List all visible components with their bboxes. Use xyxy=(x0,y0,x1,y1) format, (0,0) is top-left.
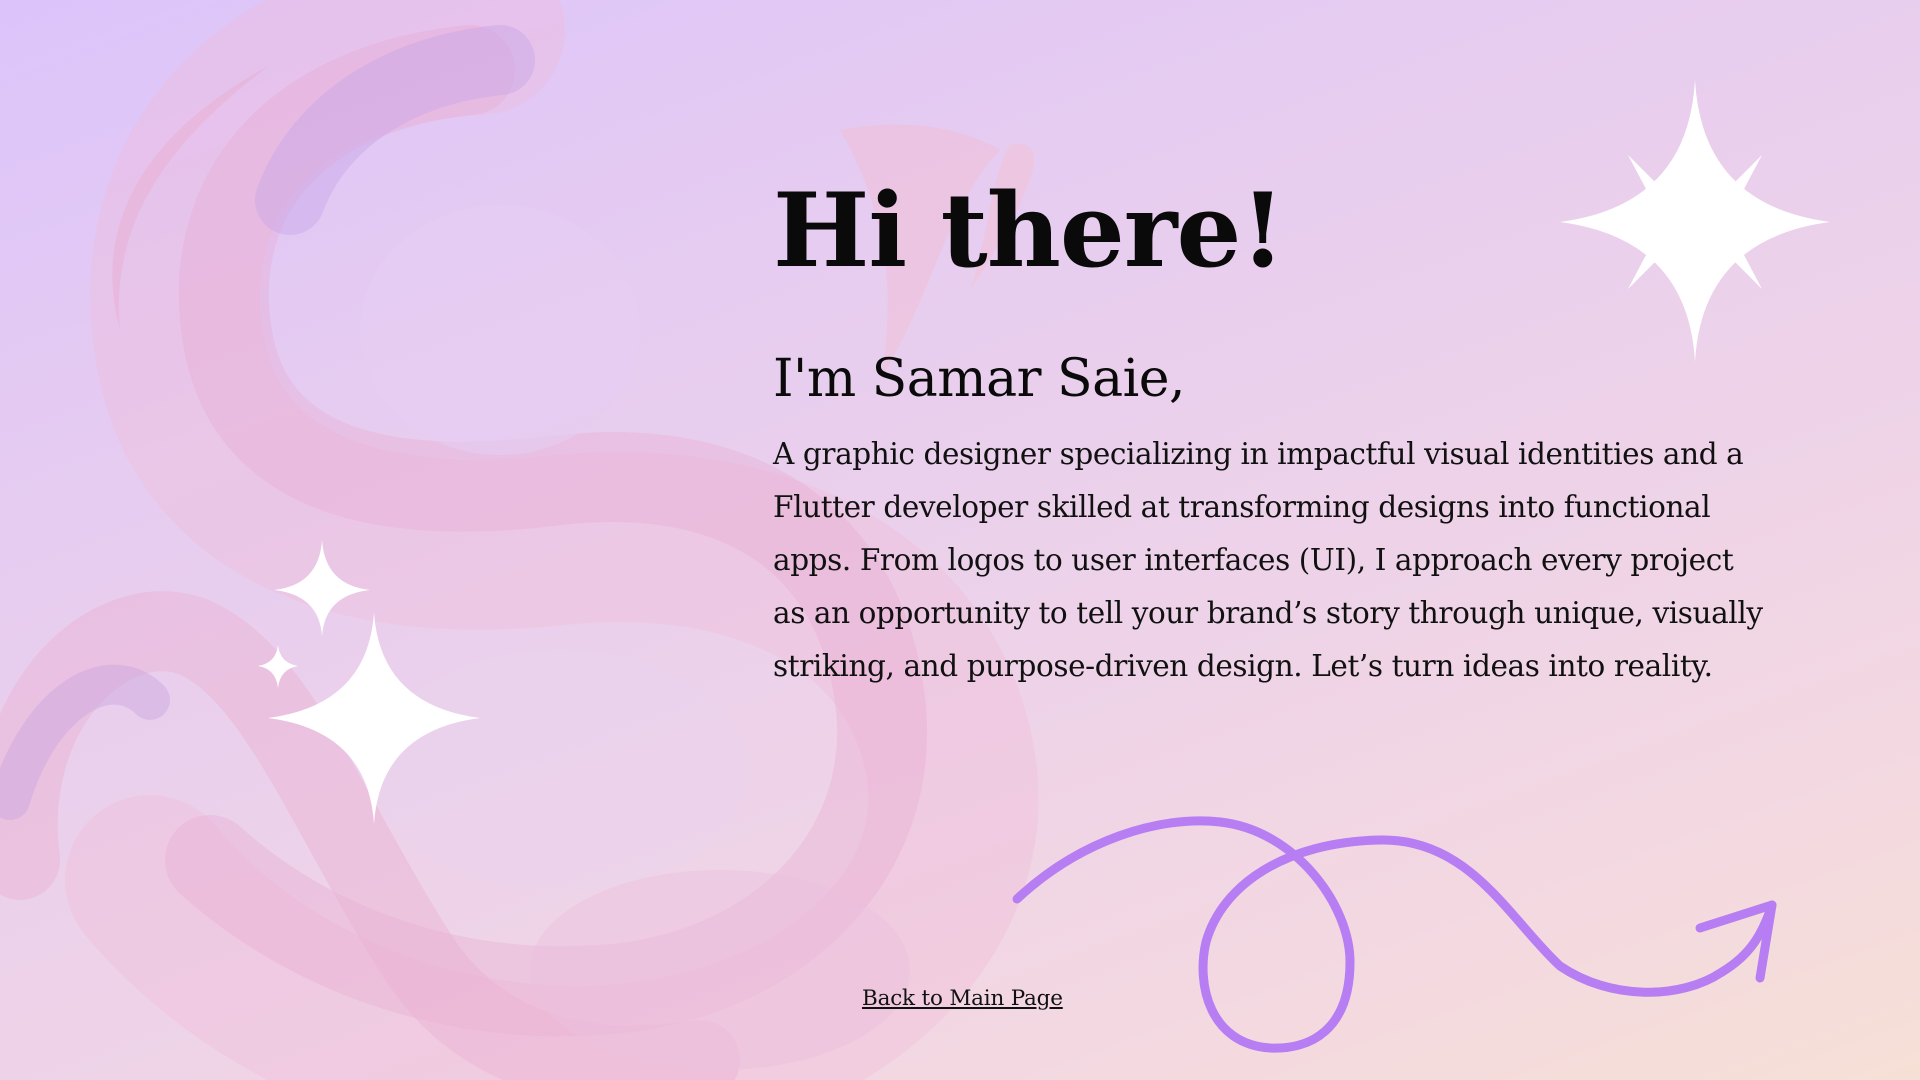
back-to-main-link[interactable]: Back to Main Page xyxy=(862,986,1063,1011)
page-title: Hi there! xyxy=(773,171,1285,291)
loop-arrow-icon xyxy=(1012,816,1777,1053)
intro-paragraph: A graphic designer specializing in impac… xyxy=(773,437,1763,684)
intro-heading: I'm Samar Saie, xyxy=(773,349,1186,410)
hero-content: Hi there! I'm Samar Saie, A graphic desi… xyxy=(773,175,1773,693)
